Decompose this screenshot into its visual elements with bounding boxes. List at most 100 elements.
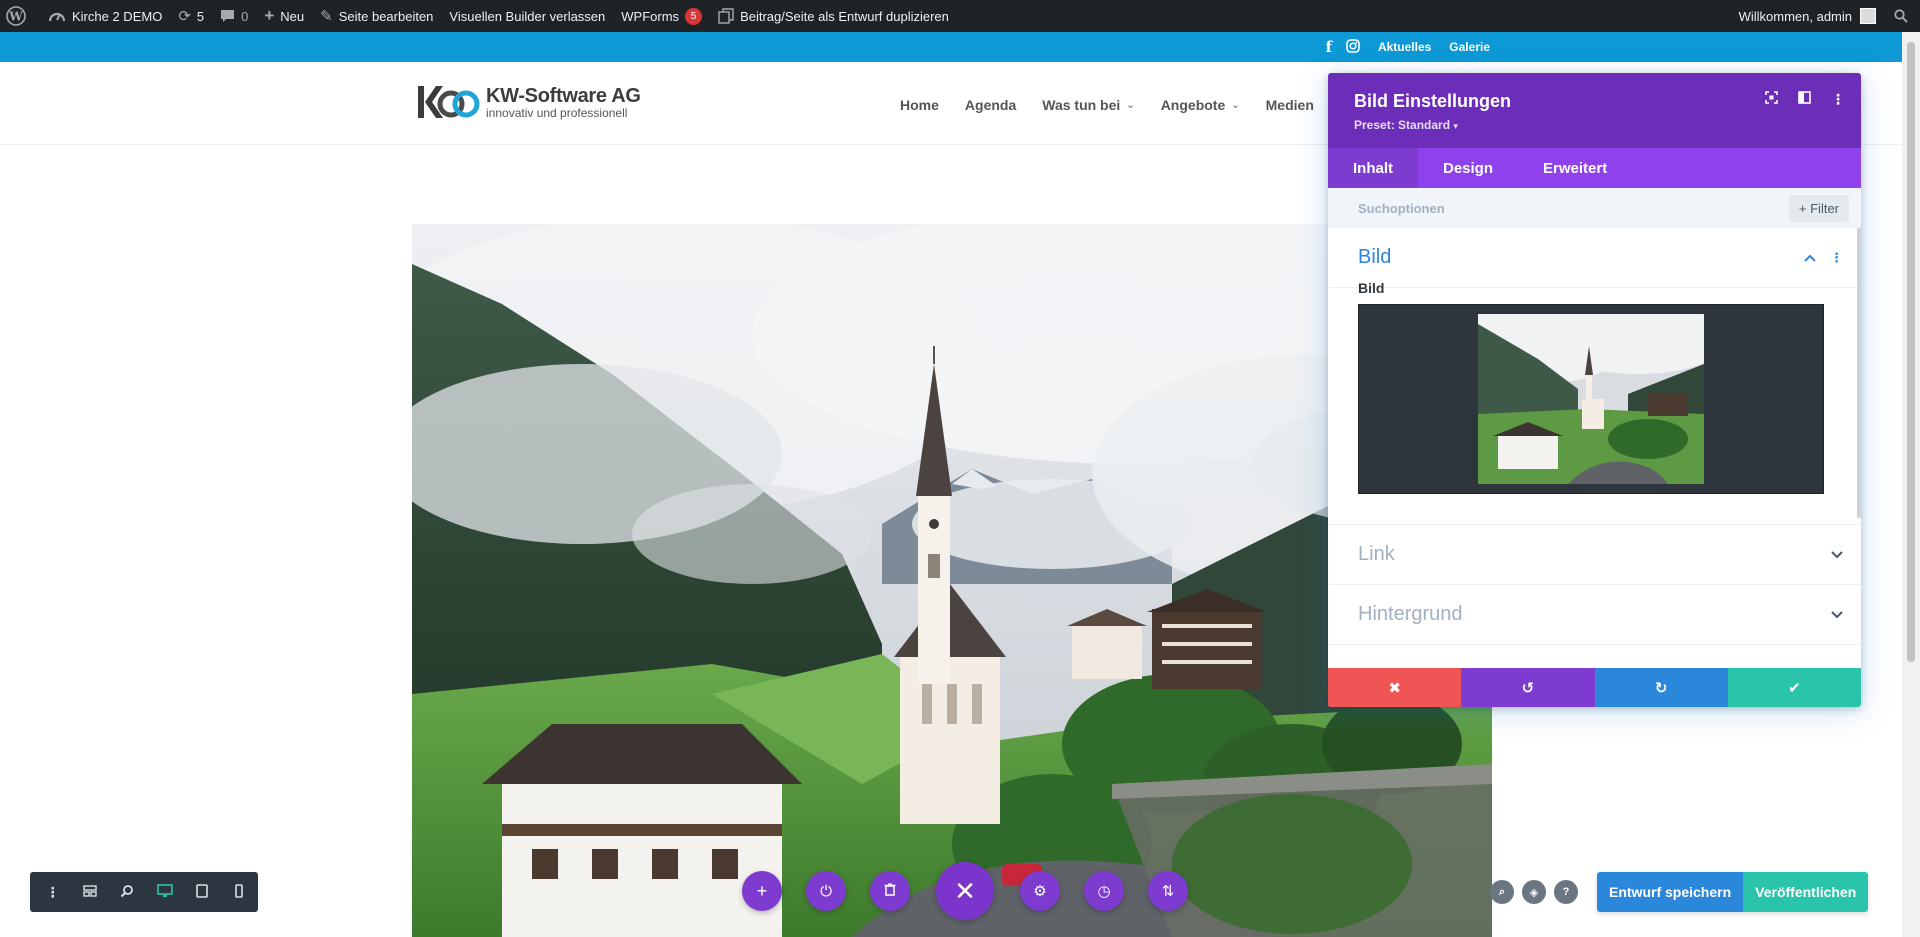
topbar-link-galerie[interactable]: Galerie — [1449, 40, 1490, 54]
wpforms-label: WPForms — [621, 8, 680, 24]
svg-text:W: W — [8, 10, 23, 24]
help-button[interactable]: ? — [1554, 880, 1578, 904]
options-search-row: Suchoptionen + Filter — [1328, 188, 1861, 228]
image-settings-panel: Bild Einstellungen Preset: Standard ▾ ⋮ … — [1328, 73, 1861, 707]
admin-search-button[interactable] — [1884, 0, 1920, 32]
discard-button[interactable]: ✖ — [1328, 668, 1462, 707]
nav-label: Angebote — [1160, 97, 1226, 113]
page-scrollbar-thumb[interactable] — [1907, 42, 1915, 662]
page-settings-fab[interactable]: ⚙ — [1020, 871, 1060, 911]
avatar — [1860, 8, 1876, 24]
zoom-icon — [120, 884, 134, 901]
nav-item-agenda[interactable]: Agenda — [965, 97, 1016, 113]
search-icon — [1894, 9, 1908, 23]
zoom-button[interactable] — [109, 872, 146, 912]
preset-dropdown[interactable]: Preset: Standard ▾ — [1354, 118, 1861, 132]
welcome-text: Willkommen, admin — [1738, 8, 1852, 24]
module-controls: + ⏻ ✕ ⚙ ◷ ⇅ — [730, 862, 1200, 920]
desktop-icon — [156, 883, 173, 901]
instagram-icon[interactable] — [1346, 38, 1360, 56]
edit-page-link[interactable]: ✎ Seite bearbeiten — [312, 0, 441, 32]
page-scrollbar[interactable] — [1902, 32, 1920, 937]
power-button[interactable]: ⏻ — [806, 871, 846, 911]
layers-button[interactable]: ◈ — [1522, 880, 1546, 904]
history-button[interactable]: ◷ — [1084, 871, 1124, 911]
nav-label: Agenda — [964, 97, 1017, 113]
add-module-button[interactable]: + — [742, 871, 782, 911]
search-modules-button[interactable]: ⌕ — [1490, 880, 1514, 904]
desktop-view-button[interactable] — [146, 872, 183, 912]
facebook-icon[interactable]: f — [1325, 38, 1331, 56]
plus-icon: + — [264, 6, 275, 25]
clock-icon: ◷ — [1097, 883, 1111, 900]
panel-footer: ✖ ↺ ↻ ✔ — [1328, 668, 1861, 707]
panel-scrollbar[interactable] — [1857, 228, 1861, 518]
section-hintergrund-toggle[interactable]: Hintergrund — [1328, 585, 1861, 645]
wpforms-link[interactable]: WPForms 5 — [613, 0, 710, 32]
updates-count: 5 — [196, 8, 205, 24]
updates-link[interactable]: ⟳ 5 — [170, 0, 212, 32]
section-hintergrund-title: Hintergrund — [1358, 603, 1463, 625]
logo-tagline: innovativ und professionell — [486, 105, 628, 120]
tablet-icon — [196, 883, 208, 901]
nav-item-medien[interactable]: Medien — [1266, 97, 1314, 113]
new-content-link[interactable]: + Neu — [256, 0, 312, 32]
section-options-icon[interactable]: ⋮ — [1830, 250, 1843, 266]
pencil-icon: ✎ — [320, 8, 333, 25]
panel-header: Bild Einstellungen Preset: Standard ▾ ⋮ — [1328, 73, 1861, 148]
save-draft-button[interactable]: Entwurf speichern — [1597, 872, 1744, 912]
split-view-icon[interactable] — [1798, 91, 1811, 108]
undo-icon: ↺ — [1521, 679, 1535, 697]
tab-erweitert[interactable]: Erweitert — [1518, 148, 1632, 188]
filter-button[interactable]: + Filter — [1788, 194, 1849, 222]
duplicate-icon — [718, 8, 734, 24]
close-builder-button[interactable]: ✕ — [936, 862, 994, 920]
more-options-icon[interactable]: ⋮ — [1831, 91, 1845, 108]
site-name-link[interactable]: Kirche 2 DEMO — [40, 0, 170, 32]
tab-inhalt[interactable]: Inhalt — [1328, 148, 1418, 188]
site-logo[interactable]: KW-Software AG innovativ und professione… — [418, 82, 641, 122]
exit-builder-link[interactable]: Visuellen Builder verlassen — [441, 0, 613, 32]
undo-button[interactable]: ↺ — [1461, 668, 1595, 707]
duplicate-draft-link[interactable]: Beitrag/Seite als Entwurf duplizieren — [710, 0, 957, 32]
search-icon: ⌕ — [1498, 885, 1506, 898]
nav-label: Was tun bei — [1042, 97, 1121, 113]
page-settings-button[interactable]: ⋮ — [34, 872, 71, 912]
options-search-input[interactable]: Suchoptionen — [1358, 201, 1445, 216]
nav-item-was-tun-bei[interactable]: Was tun bei ⌄ — [1042, 97, 1134, 113]
portability-button[interactable]: ⇅ — [1148, 871, 1188, 911]
nav-label: Home — [900, 97, 939, 113]
publish-button[interactable]: Veröffentlichen — [1743, 872, 1869, 912]
topbar-link-aktuelles[interactable]: Aktuelles — [1378, 40, 1431, 54]
tab-design[interactable]: Design — [1418, 148, 1518, 188]
tablet-view-button[interactable] — [183, 872, 220, 912]
help-icon: ? — [1562, 886, 1570, 898]
delete-button[interactable] — [870, 871, 910, 911]
site-name: Kirche 2 DEMO — [72, 8, 163, 24]
image-upload-field[interactable] — [1358, 304, 1824, 494]
comments-link[interactable]: 0 — [212, 0, 256, 32]
phone-view-button[interactable] — [221, 872, 258, 912]
account-menu[interactable]: Willkommen, admin — [1731, 0, 1884, 32]
preset-label: Preset: Standard — [1354, 118, 1451, 132]
power-icon: ⏻ — [820, 882, 832, 900]
plus-icon: + — [1798, 200, 1811, 216]
chevron-down-icon: ⌄ — [1126, 99, 1135, 111]
redo-icon: ↻ — [1654, 679, 1668, 697]
main-nav: Home Agenda Was tun bei ⌄ Angebote ⌄ Medie… — [900, 97, 1314, 113]
section-link-toggle[interactable]: Link — [1328, 525, 1861, 585]
redo-button[interactable]: ↻ — [1594, 668, 1728, 707]
fullscreen-icon[interactable] — [1765, 91, 1778, 108]
nav-item-angebote[interactable]: Angebote ⌄ — [1161, 97, 1240, 113]
wireframe-view-button[interactable] — [71, 872, 108, 912]
nav-item-home[interactable]: Home — [900, 97, 939, 113]
wordpress-logo-button[interactable]: W — [0, 0, 40, 32]
exit-builder-label: Visuellen Builder verlassen — [449, 8, 606, 24]
panel-tabs: Inhalt Design Erweitert — [1328, 148, 1861, 188]
logo-mark — [418, 82, 480, 122]
wpforms-badge: 5 — [685, 7, 703, 25]
logo-name: KW-Software AG — [486, 84, 641, 107]
section-bild-toggle[interactable]: Bild ⋮ — [1328, 228, 1861, 288]
plus-icon: + — [756, 880, 768, 901]
save-changes-button[interactable]: ✔ — [1727, 668, 1861, 707]
